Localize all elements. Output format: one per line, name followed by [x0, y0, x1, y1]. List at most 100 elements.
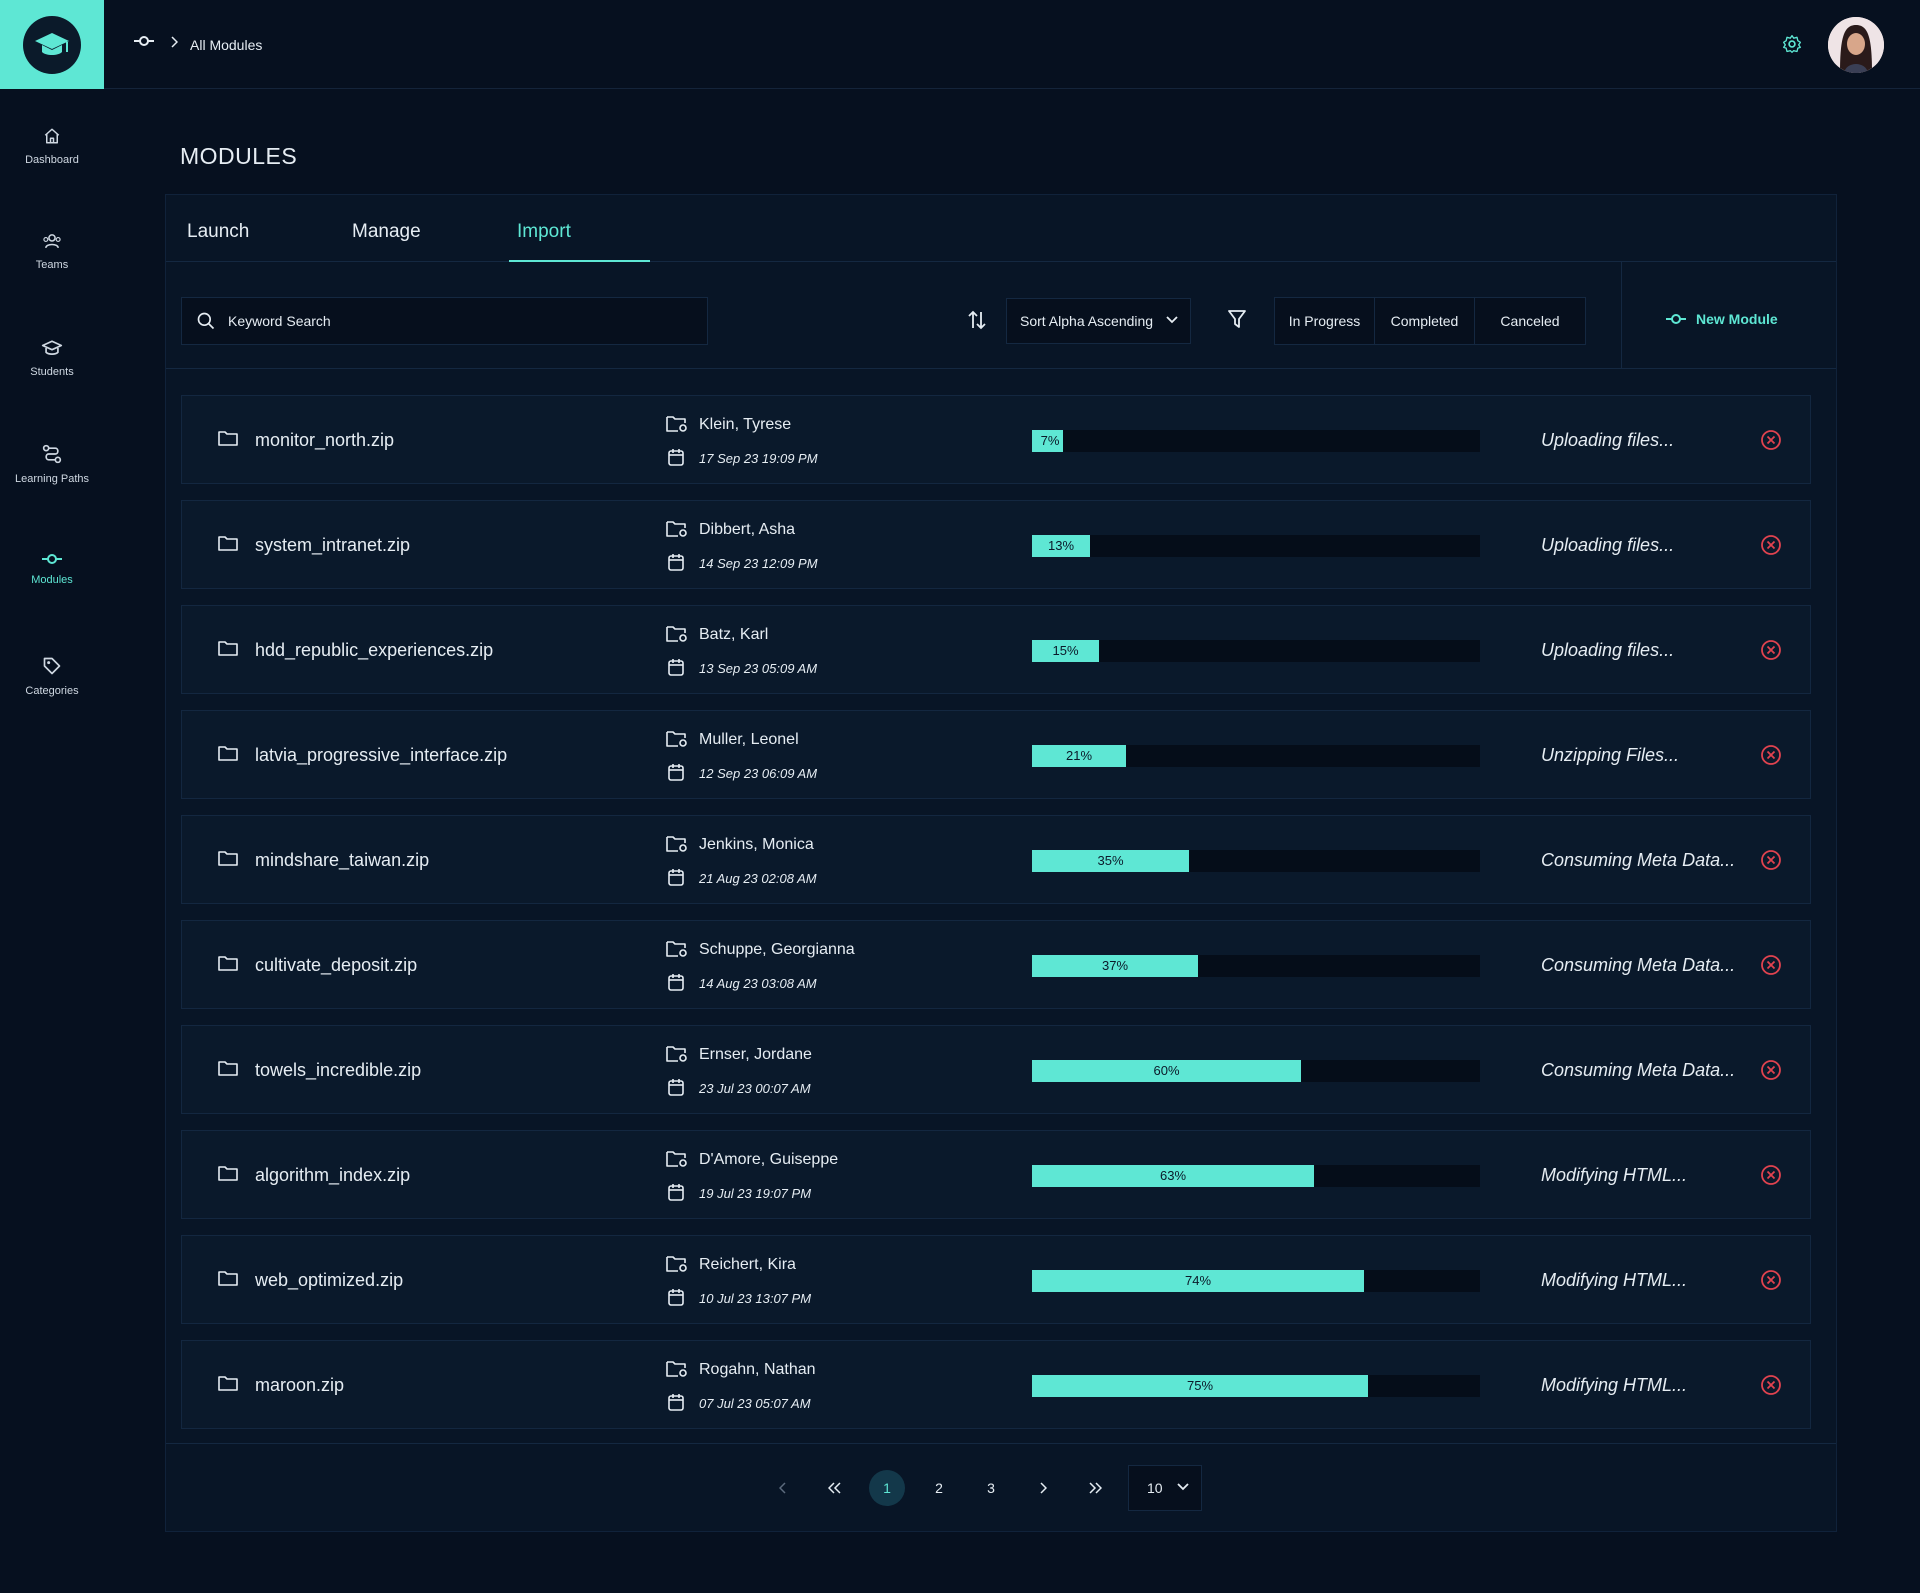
list-item[interactable]: latvia_progressive_interface.zip Muller, …: [181, 710, 1811, 799]
progress-bar: 60%: [1032, 1060, 1480, 1082]
module-icon: [134, 35, 154, 47]
list-item[interactable]: cultivate_deposit.zip Schuppe, Georgianna…: [181, 920, 1811, 1009]
folder-settings-icon: [666, 1255, 688, 1273]
sidebar-item-categories[interactable]: Categories: [0, 656, 104, 697]
progress-bar: 74%: [1032, 1270, 1480, 1292]
owner-name: Batz, Karl: [699, 626, 769, 643]
double-chevron-right-icon: [1089, 1482, 1102, 1494]
gear-icon[interactable]: [1782, 34, 1802, 54]
list-item[interactable]: maroon.zip Rogahn, Nathan 07 Jul 23 05:07 …: [181, 1340, 1811, 1429]
list-item[interactable]: hdd_republic_experiences.zip Batz, Karl 13…: [181, 605, 1811, 694]
file-name: cultivate_deposit.zip: [255, 955, 418, 975]
progress-label: 15%: [1052, 643, 1079, 658]
sidebar-item-dashboard[interactable]: Dashboard: [0, 127, 104, 166]
file-name: maroon.zip: [255, 1375, 345, 1395]
last-page-button[interactable]: [1077, 1470, 1113, 1506]
status-text: Uploading files...: [1541, 535, 1675, 555]
new-module-button[interactable]: New Module: [1666, 311, 1778, 327]
folder-settings-icon: [666, 625, 688, 643]
list-item[interactable]: mindshare_taiwan.zip Jenkins, Monica 21 Au…: [181, 815, 1811, 904]
calendar-icon: [668, 1288, 684, 1306]
cancel-icon[interactable]: [1760, 429, 1782, 451]
cancel-icon[interactable]: [1760, 849, 1782, 871]
module-icon: [1666, 314, 1686, 324]
status-text: Consuming Meta Data...: [1541, 850, 1736, 870]
sidebar-item-students[interactable]: Students: [0, 339, 104, 378]
sidebar-item-label: Students: [30, 366, 74, 378]
owner-name: Rogahn, Nathan: [699, 1361, 816, 1378]
folder-settings-icon: [666, 940, 688, 958]
list-item[interactable]: web_optimized.zip Reichert, Kira 10 Jul 23…: [181, 1235, 1811, 1324]
owner-name: D'Amore, Guiseppe: [699, 1151, 839, 1168]
list-item[interactable]: algorithm_index.zip D'Amore, Guiseppe 19 J…: [181, 1130, 1811, 1219]
cancel-icon[interactable]: [1760, 1374, 1782, 1396]
calendar-icon: [668, 868, 684, 886]
progress-bar: 13%: [1032, 535, 1480, 557]
sort-direction-icon[interactable]: [968, 310, 986, 330]
sidebar-item-teams[interactable]: Teams: [0, 232, 104, 271]
avatar[interactable]: [1828, 17, 1884, 73]
prev-page-button[interactable]: [765, 1470, 801, 1506]
page-button-3[interactable]: 3: [973, 1470, 1009, 1506]
progress-label: 74%: [1184, 1273, 1212, 1288]
cancel-icon[interactable]: [1760, 1269, 1782, 1291]
search-icon: [197, 312, 215, 330]
progress-label: 37%: [1101, 958, 1129, 973]
cancel-icon[interactable]: [1760, 639, 1782, 661]
filter-in-progress[interactable]: In Progress: [1275, 298, 1375, 344]
import-date: 12 Sep 23 06:09 AM: [699, 766, 818, 781]
import-date: 10 Jul 23 13:07 PM: [699, 1291, 812, 1306]
filter-icon[interactable]: [1228, 309, 1246, 329]
tab-manage[interactable]: Manage: [352, 221, 421, 243]
next-page-button[interactable]: [1025, 1470, 1061, 1506]
graduation-cap-icon: [35, 32, 69, 55]
calendar-icon: [668, 1078, 684, 1096]
folder-settings-icon: [666, 520, 688, 538]
list-item[interactable]: system_intranet.zip Dibbert, Asha 14 Sep 2…: [181, 500, 1811, 589]
tab-bar: Launch Manage Import: [166, 195, 1836, 262]
filter-completed[interactable]: Completed: [1375, 298, 1475, 344]
cancel-icon[interactable]: [1760, 1164, 1782, 1186]
first-page-button[interactable]: [817, 1470, 853, 1506]
search-input[interactable]: [228, 313, 668, 329]
tab-import[interactable]: Import: [517, 221, 571, 243]
team-icon: [43, 234, 61, 249]
cancel-icon[interactable]: [1760, 744, 1782, 766]
tab-launch[interactable]: Launch: [187, 221, 249, 243]
cancel-icon[interactable]: [1760, 534, 1782, 556]
double-chevron-left-icon: [828, 1482, 841, 1494]
chevron-right-icon: [170, 36, 178, 48]
file-name: towels_incredible.zip: [255, 1060, 422, 1080]
list-item[interactable]: monitor_north.zip Klein, Tyrese 17 Sep 23 …: [181, 395, 1811, 484]
folder-icon: [218, 1375, 238, 1391]
file-name: hdd_republic_experiences.zip: [255, 640, 494, 660]
breadcrumb[interactable]: All Modules: [190, 37, 262, 53]
cancel-icon[interactable]: [1760, 1059, 1782, 1081]
sidebar-item-modules[interactable]: Modules: [0, 553, 104, 586]
progress-bar: 7%: [1032, 430, 1480, 452]
sidebar-item-learning-paths[interactable]: Learning Paths: [0, 444, 104, 485]
page-button-2[interactable]: 2: [921, 1470, 957, 1506]
sidebar: Dashboard Teams Students Learning Paths …: [0, 89, 104, 1593]
folder-settings-icon: [666, 1045, 688, 1063]
app-logo[interactable]: [0, 0, 104, 89]
cancel-icon[interactable]: [1760, 954, 1782, 976]
import-date: 14 Sep 23 12:09 PM: [699, 556, 818, 571]
page-button-1[interactable]: 1: [869, 1470, 905, 1506]
sort-select[interactable]: Sort Alpha Ascending: [1006, 298, 1191, 344]
page-size-select[interactable]: 10: [1128, 1465, 1202, 1511]
import-date: 21 Aug 23 02:08 AM: [699, 871, 817, 886]
file-name: algorithm_index.zip: [255, 1165, 411, 1185]
calendar-icon: [668, 658, 684, 676]
list-item[interactable]: towels_incredible.zip Ernser, Jordane 23 J…: [181, 1025, 1811, 1114]
filter-canceled[interactable]: Canceled: [1475, 298, 1585, 344]
file-name: latvia_progressive_interface.zip: [255, 745, 508, 765]
graduation-cap-icon: [41, 340, 63, 355]
import-date: 13 Sep 23 05:09 AM: [699, 661, 818, 676]
pagination: 1 2 3 10: [166, 1443, 1836, 1532]
file-name: system_intranet.zip: [255, 535, 411, 555]
calendar-icon: [668, 448, 684, 466]
divider: [1621, 262, 1622, 368]
file-name: web_optimized.zip: [255, 1270, 404, 1290]
calendar-icon: [668, 1393, 684, 1411]
